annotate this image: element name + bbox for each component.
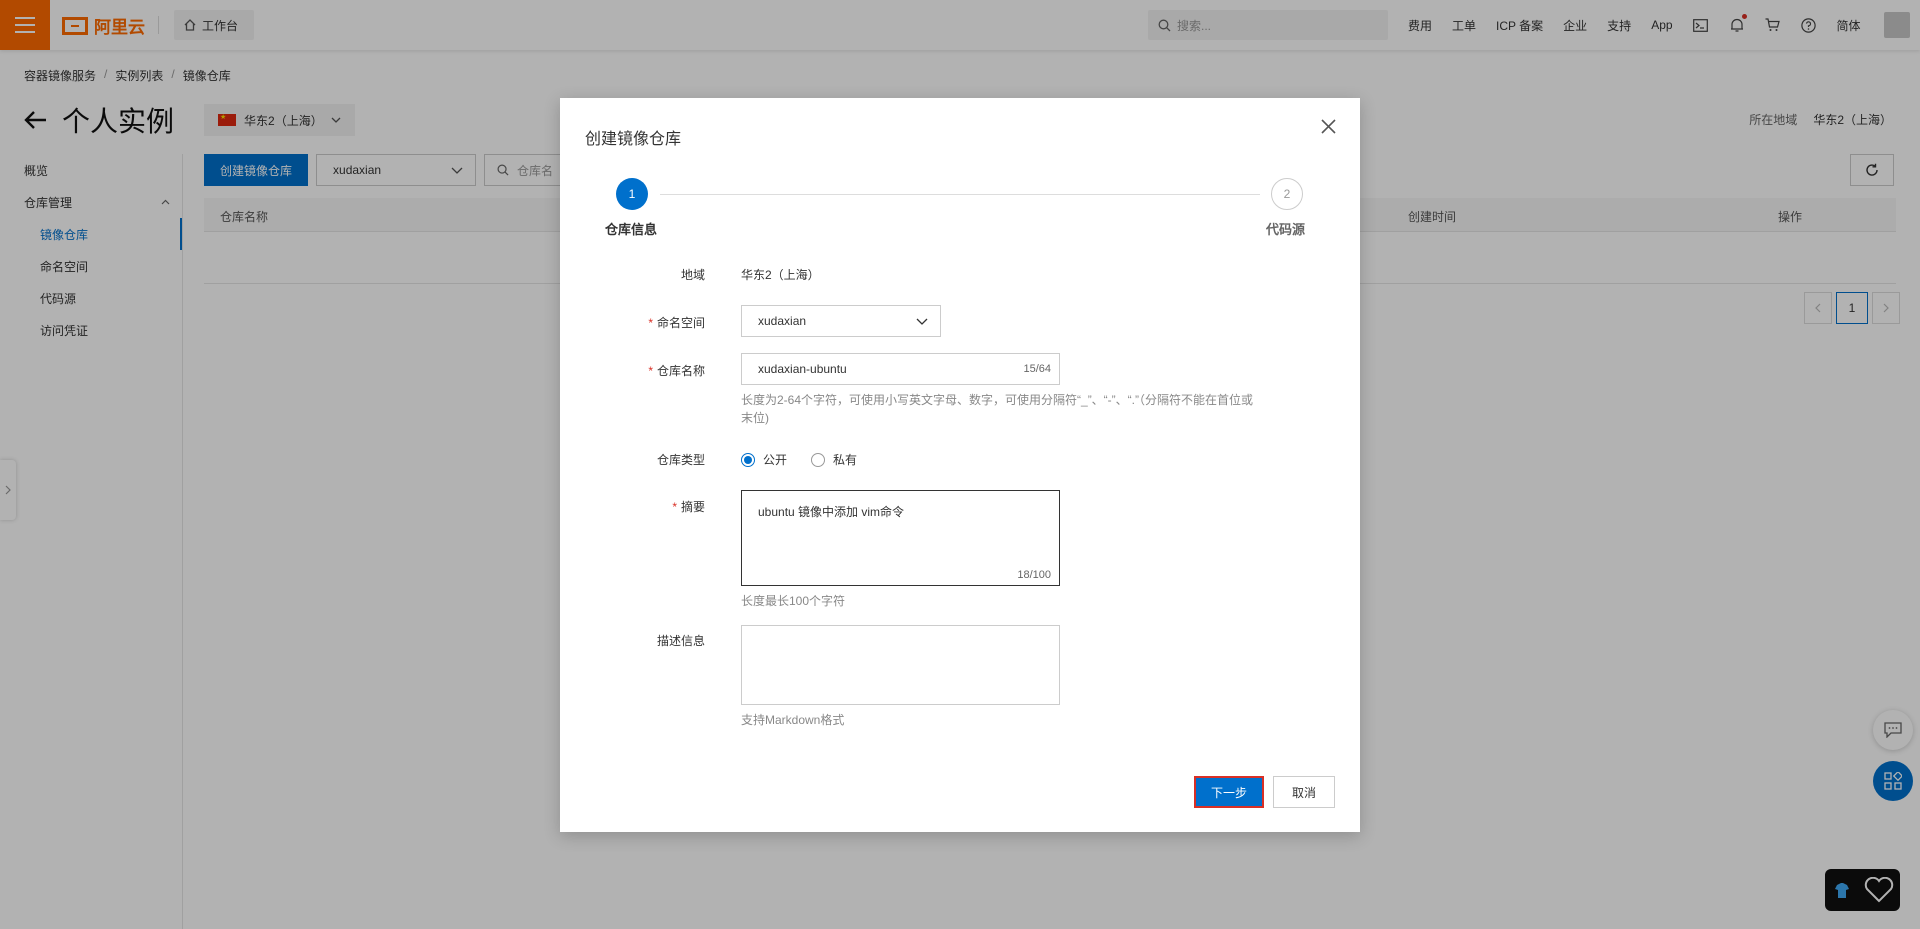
radio-private[interactable]: 私有 [811, 451, 857, 468]
radio-public-label: 公开 [763, 453, 788, 467]
description-label: 描述信息 [570, 632, 705, 649]
required-mark: * [672, 500, 677, 514]
summary-counter: 18/100 [1017, 569, 1051, 581]
repo-name-help: 长度为2-64个字符，可使用小写英文字母、数字，可使用分隔符“_”、“-”、“.… [741, 393, 1254, 425]
repo-name-counter: 15/64 [1023, 363, 1051, 375]
close-button[interactable] [1318, 116, 1338, 136]
namespace-label: * 命名空间 [570, 314, 705, 331]
next-step-button[interactable]: 下一步 [1194, 776, 1264, 808]
radio-unchecked-icon [811, 452, 826, 467]
repo-type-label-text: 仓库类型 [656, 453, 705, 467]
required-mark: * [648, 316, 653, 330]
repo-name-label-text: 仓库名称 [656, 364, 705, 378]
radio-checked-icon [741, 452, 755, 467]
repo-type-radio-group: 公开 私有 [741, 451, 857, 468]
namespace-select-value: xudaxian [758, 314, 807, 328]
summary-help: 长度最长100个字符 [741, 594, 846, 608]
radio-private-label: 私有 [833, 453, 858, 467]
region-label: 地域 [570, 266, 705, 283]
repo-name-value: xudaxian-ubuntu [758, 362, 847, 376]
region-label-text: 地域 [680, 268, 705, 282]
namespace-label-text: 命名空间 [656, 316, 705, 330]
chevron-down-icon [916, 318, 928, 325]
summary-label: * 摘要 [570, 498, 705, 515]
region-value: 华东2（上海） [741, 268, 820, 282]
radio-public[interactable]: 公开 [741, 451, 787, 468]
dialog-title: 创建镜像仓库 [585, 131, 682, 148]
close-icon [1320, 118, 1336, 134]
summary-label-text: 摘要 [680, 500, 705, 514]
required-mark: * [648, 364, 653, 378]
summary-value: ubuntu 镜像中添加 vim命令 [758, 505, 905, 519]
step-connector [660, 194, 1260, 195]
step-1-indicator: 1 [616, 178, 648, 210]
repo-name-label: * 仓库名称 [570, 362, 705, 379]
repo-name-input[interactable]: xudaxian-ubuntu 15/64 [741, 353, 1060, 385]
repo-type-label: 仓库类型 [570, 451, 705, 468]
description-help: 支持Markdown格式 [741, 713, 845, 727]
description-label-text: 描述信息 [656, 634, 705, 648]
step-1-label: 仓库信息 [605, 222, 658, 237]
description-textarea[interactable] [741, 625, 1060, 705]
namespace-select[interactable]: xudaxian [741, 305, 941, 337]
step-2-label: 代码源 [1266, 222, 1306, 237]
step-2-indicator: 2 [1271, 178, 1303, 210]
summary-textarea[interactable]: ubuntu 镜像中添加 vim命令 18/100 [741, 490, 1060, 586]
create-repo-dialog: 创建镜像仓库 1 2 仓库信息 代码源 地域 华东2（上海） * 命名空间 xud… [560, 98, 1360, 832]
cancel-button[interactable]: 取消 [1273, 776, 1335, 808]
